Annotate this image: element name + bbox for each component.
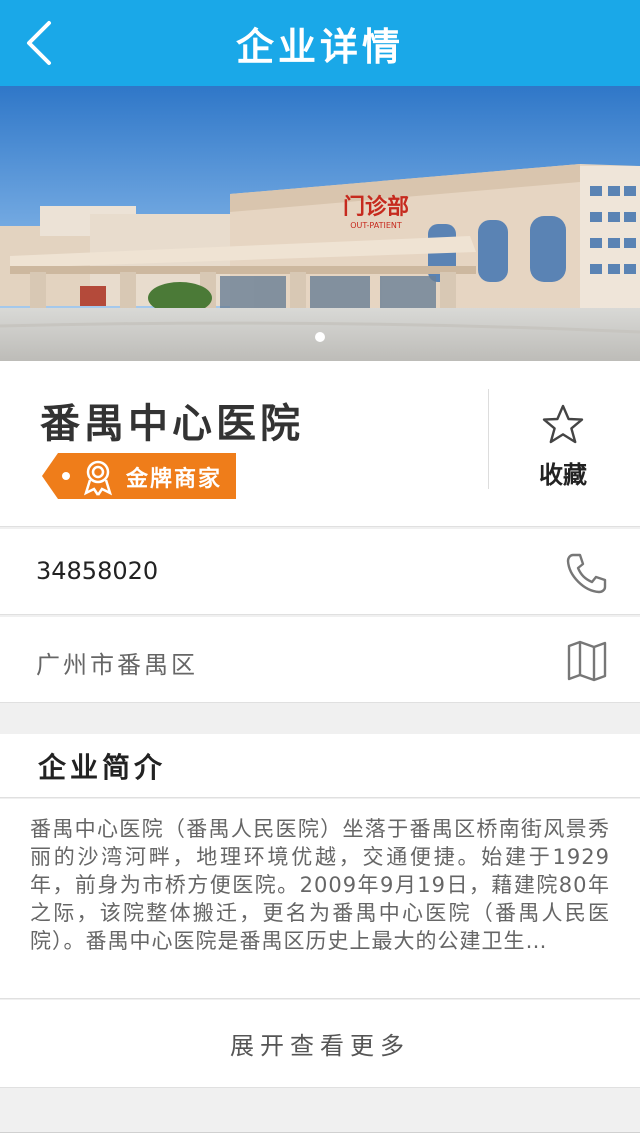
intro-section-header: 企业简介: [0, 734, 640, 798]
intro-title: 企业简介: [38, 751, 167, 784]
building-sign-sub: OUT-PATIENT: [350, 221, 402, 230]
carousel-indicator: [0, 332, 640, 346]
intro-text: 番禺中心医院（番禺人民医院）坐落于番禺区桥南街风景秀丽的沙湾河畔，地理环境优越，…: [30, 817, 610, 953]
intro-section-body: 番禺中心医院（番禺人民医院）坐落于番禺区桥南街风景秀丽的沙湾河畔，地理环境优越，…: [0, 799, 640, 999]
back-chevron-icon: [27, 21, 51, 65]
address-row[interactable]: 广州市番禺区: [0, 617, 640, 703]
carousel-dot-active[interactable]: [315, 332, 325, 342]
image-carousel[interactable]: 门诊部 OUT-PATIENT: [0, 86, 640, 361]
navigation-bar: 企业详情: [0, 0, 640, 86]
vertical-divider: [488, 389, 489, 489]
phone-row[interactable]: 34858020: [0, 529, 640, 615]
company-info-card: 番禺中心医院 金牌商家 收藏: [0, 361, 640, 527]
expand-more-label: 展开查看更多: [230, 1032, 410, 1060]
back-button[interactable]: [10, 14, 66, 72]
map-icon[interactable]: [566, 639, 608, 683]
hospital-photo: 门诊部 OUT-PATIENT: [0, 86, 640, 361]
page-title: 企业详情: [235, 23, 404, 69]
phone-icon[interactable]: [564, 551, 608, 595]
phone-number: 34858020: [36, 557, 159, 585]
badge-label: 金牌商家: [126, 467, 223, 492]
address-text: 广州市番禺区: [36, 651, 198, 679]
company-name: 番禺中心医院: [40, 400, 304, 447]
building-sign: 门诊部: [343, 194, 409, 220]
favorite-label: 收藏: [539, 461, 587, 489]
expand-more-button[interactable]: 展开查看更多: [0, 1000, 640, 1088]
gold-merchant-badge: 金牌商家: [42, 453, 236, 499]
favorite-button[interactable]: 收藏: [500, 397, 626, 497]
star-icon: [542, 404, 584, 444]
bottom-edge: [0, 1132, 640, 1136]
